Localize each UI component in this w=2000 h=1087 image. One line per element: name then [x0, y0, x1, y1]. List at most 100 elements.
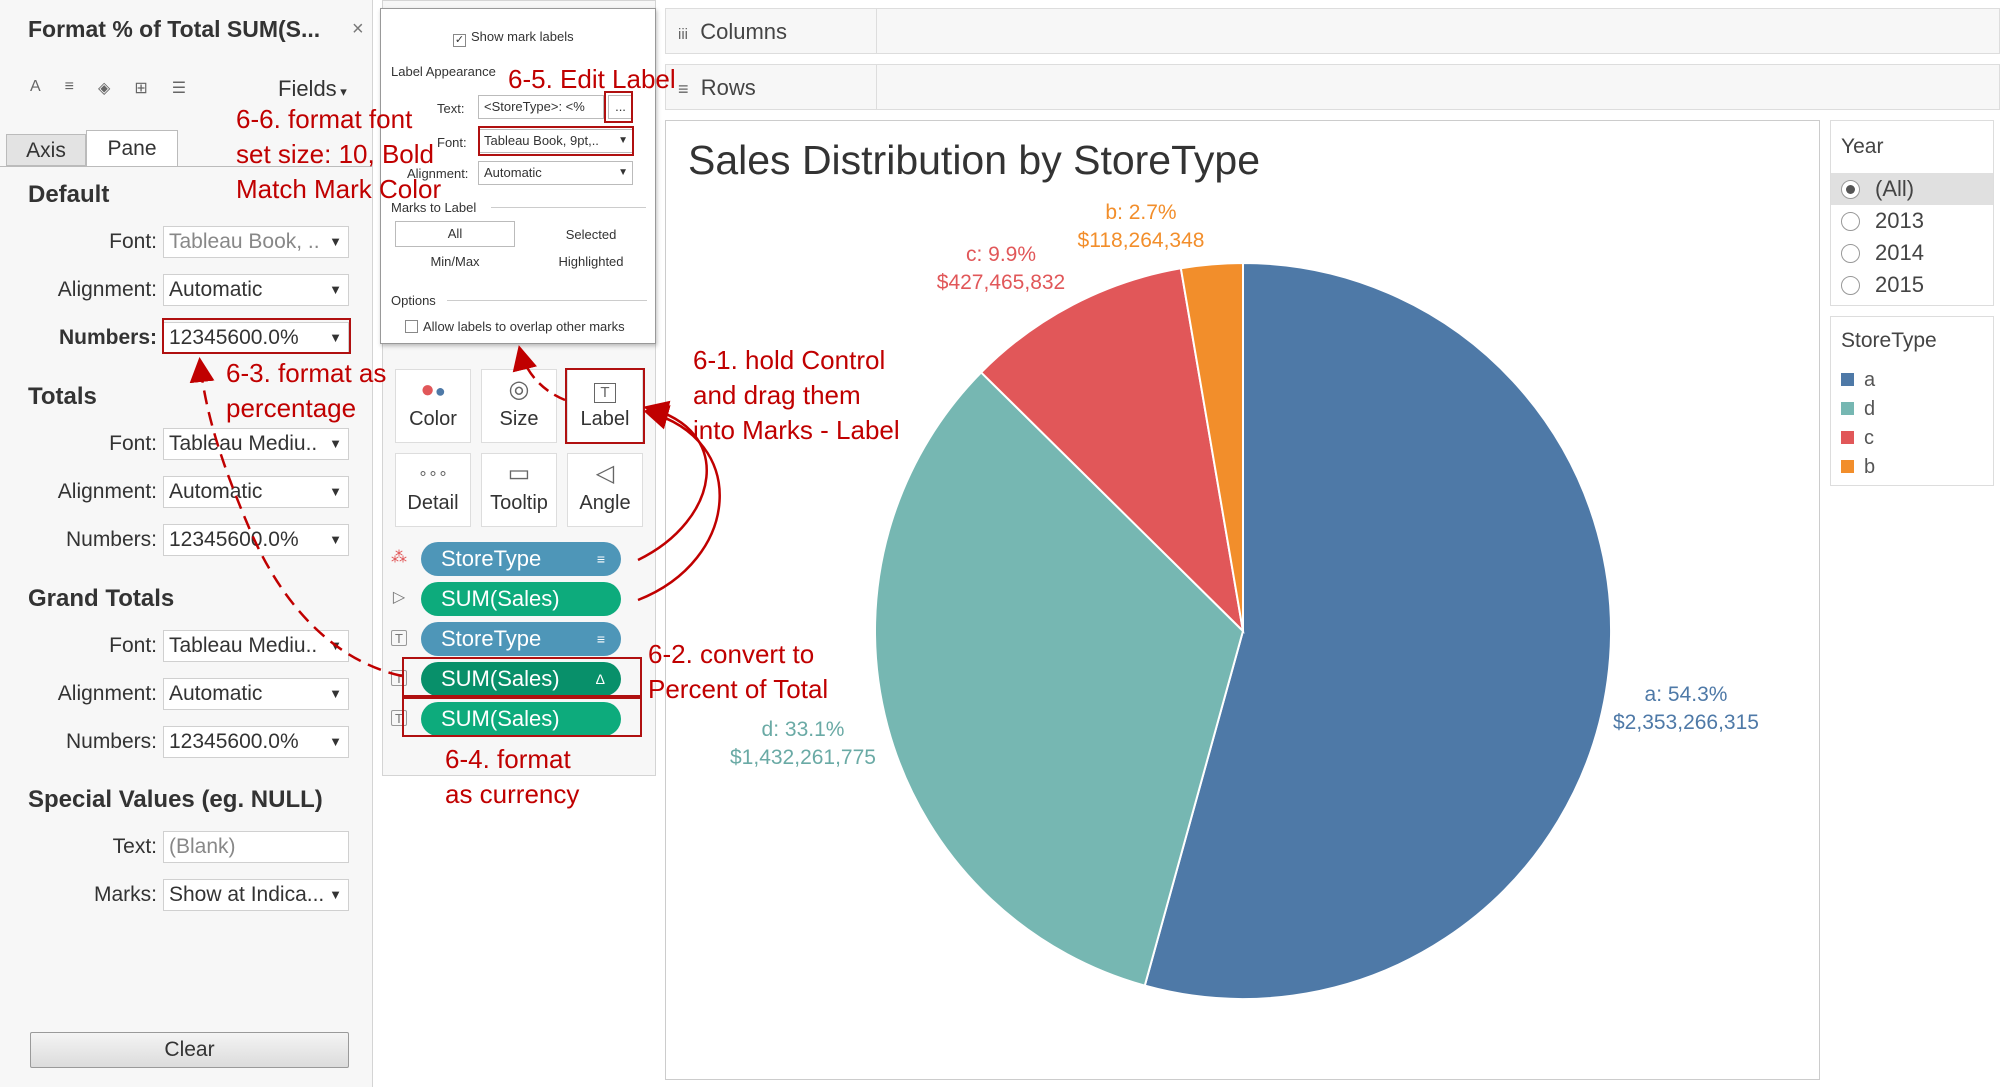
label-appearance-heading: Label Appearance: [391, 64, 496, 79]
slice-a-value-label: $2,353,266,315: [1613, 711, 1759, 734]
totals-numbers-label: Numbers:: [65, 528, 157, 551]
tooltip-button-label: Tooltip: [490, 492, 548, 514]
tooltip-icon: ▭: [507, 460, 531, 487]
allow-overlap-checkbox[interactable]: Allow labels to overlap other marks: [405, 319, 625, 334]
size-button[interactable]: ◎ Size: [481, 369, 557, 443]
tooltip-button[interactable]: ▭ Tooltip: [481, 453, 557, 527]
totals-alignment-label: Alignment:: [57, 480, 157, 503]
storetype-legend-title: StoreType: [1841, 329, 1937, 352]
close-icon[interactable]: ×: [352, 18, 364, 41]
year-option-2015[interactable]: 2015: [1831, 269, 1993, 301]
lines-icon[interactable]: ☰: [172, 78, 186, 98]
year-filter: Year (All) 2013 2014 2015: [1830, 120, 1994, 306]
rows-shelf[interactable]: ≡ Rows: [665, 64, 2000, 110]
shading-icon[interactable]: ◈: [98, 78, 110, 98]
sort-icon: ≡: [596, 631, 605, 647]
totals-font-dropdown[interactable]: Tableau Mediu.. ▼: [163, 428, 349, 460]
selected-option[interactable]: Selected: [531, 227, 651, 242]
slice-a-percent-label: a: 54.3%: [1645, 683, 1728, 706]
special-values-heading: Special Values (eg. NULL): [28, 786, 323, 813]
default-numbers-label: Numbers:: [58, 326, 157, 349]
pill-row-color: ⁂ StoreType ≡: [391, 542, 641, 576]
columns-shelf-label: iii Columns: [678, 19, 788, 44]
minmax-option[interactable]: Min/Max: [395, 254, 515, 269]
annotation-6-5: 6-5. Edit Label: [508, 64, 676, 94]
slice-c-percent-label: c: 9.9%: [966, 243, 1036, 266]
legend-swatch: [1841, 460, 1854, 473]
columns-icon: iii: [678, 26, 688, 43]
alignment-dropdown[interactable]: Automatic ▼: [478, 161, 633, 185]
font-label: Font:: [437, 135, 467, 150]
special-marks-dropdown[interactable]: Show at Indica... ▼: [163, 879, 349, 911]
detail-button-label: Detail: [407, 492, 459, 514]
legend-item-c[interactable]: c: [1841, 427, 1874, 453]
legend-swatch: [1841, 373, 1854, 386]
divider: [491, 207, 646, 208]
angle-icon: ◁: [595, 460, 615, 487]
font-icon[interactable]: A: [30, 78, 41, 98]
slice-c-value-label: $427,465,832: [937, 271, 1065, 294]
detail-icon: ∘∘∘: [417, 465, 449, 482]
align-icon[interactable]: ≡: [65, 78, 74, 98]
divider: [447, 300, 647, 301]
grand-totals-alignment-dropdown[interactable]: Automatic ▼: [163, 678, 349, 710]
all-option[interactable]: All: [395, 221, 515, 247]
clear-button[interactable]: Clear: [30, 1032, 349, 1068]
legend-swatch: [1841, 431, 1854, 444]
highlight-font-box: [478, 126, 634, 156]
highlight-currency-pill-box: [402, 697, 642, 737]
chart-view: Sales Distribution by StoreType a: 54.3%…: [665, 120, 1820, 1080]
detail-button[interactable]: ∘∘∘ Detail: [395, 453, 471, 527]
color-shelf-icon: ⁂: [391, 549, 407, 566]
color-button-label: Color: [409, 408, 457, 430]
fields-dropdown[interactable]: Fields ▾: [278, 76, 347, 102]
radio-icon: [1841, 244, 1860, 263]
grand-totals-numbers-dropdown[interactable]: 12345600.0% ▼: [163, 726, 349, 758]
annotation-6-3: 6-3. format as percentage: [226, 358, 387, 423]
special-marks-label: Marks:: [94, 883, 157, 906]
borders-icon[interactable]: ⊞: [134, 78, 147, 98]
text-field[interactable]: <StoreType>: <%: [478, 95, 604, 119]
default-font-dropdown[interactable]: Tableau Book, .. ▼: [163, 226, 349, 258]
legend-item-a[interactable]: a: [1841, 369, 1875, 395]
totals-alignment-dropdown[interactable]: Automatic ▼: [163, 476, 349, 508]
special-text-input[interactable]: (Blank): [163, 831, 349, 863]
year-option-all[interactable]: (All): [1831, 173, 1993, 205]
angle-button-label: Angle: [579, 492, 631, 514]
annotation-6-1: 6-1. hold Control and drag them into Mar…: [693, 345, 900, 445]
totals-numbers-dropdown[interactable]: 12345600.0% ▼: [163, 524, 349, 556]
columns-shelf[interactable]: iii Columns: [665, 8, 2000, 54]
storetype-label-pill[interactable]: StoreType ≡: [421, 622, 621, 656]
legend-item-d[interactable]: d: [1841, 398, 1875, 424]
tab-pane[interactable]: Pane: [86, 130, 178, 166]
year-option-2013[interactable]: 2013: [1831, 205, 1993, 237]
size-button-label: Size: [499, 408, 539, 430]
color-icon: ●●: [420, 376, 446, 403]
radio-selected-icon: [1841, 180, 1860, 199]
color-button[interactable]: ●● Color: [395, 369, 471, 443]
angle-button[interactable]: ◁ Angle: [567, 453, 643, 527]
year-option-2014[interactable]: 2014: [1831, 237, 1993, 269]
grand-totals-numbers-label: Numbers:: [65, 730, 157, 753]
label-shelf-icon: T: [391, 630, 407, 646]
legend-swatch: [1841, 402, 1854, 415]
slice-d-value-label: $1,432,261,775: [730, 746, 876, 769]
rows-shelf-label: ≡ Rows: [678, 75, 756, 100]
grand-totals-font-dropdown[interactable]: Tableau Mediu.. ▼: [163, 630, 349, 662]
default-font-label: Font:: [109, 230, 157, 253]
radio-icon: [1841, 212, 1860, 231]
highlighted-option[interactable]: Highlighted: [531, 254, 651, 269]
special-text-label: Text:: [112, 835, 157, 858]
legend-item-b[interactable]: b: [1841, 456, 1875, 482]
storetype-color-pill[interactable]: StoreType ≡: [421, 542, 621, 576]
grand-totals-font-label: Font:: [109, 634, 157, 657]
radio-icon: [1841, 276, 1860, 295]
pill-row-label-1: T StoreType ≡: [391, 622, 641, 656]
tab-axis[interactable]: Axis: [6, 134, 86, 166]
default-alignment-dropdown[interactable]: Automatic ▼: [163, 274, 349, 306]
annotation-6-4: 6-4. format as currency: [445, 744, 580, 809]
grand-totals-heading: Grand Totals: [28, 585, 175, 612]
check-icon: ✓: [453, 34, 466, 47]
sum-sales-angle-pill[interactable]: SUM(Sales): [421, 582, 621, 616]
show-mark-labels-checkbox[interactable]: ✓ Show mark labels: [453, 29, 574, 47]
